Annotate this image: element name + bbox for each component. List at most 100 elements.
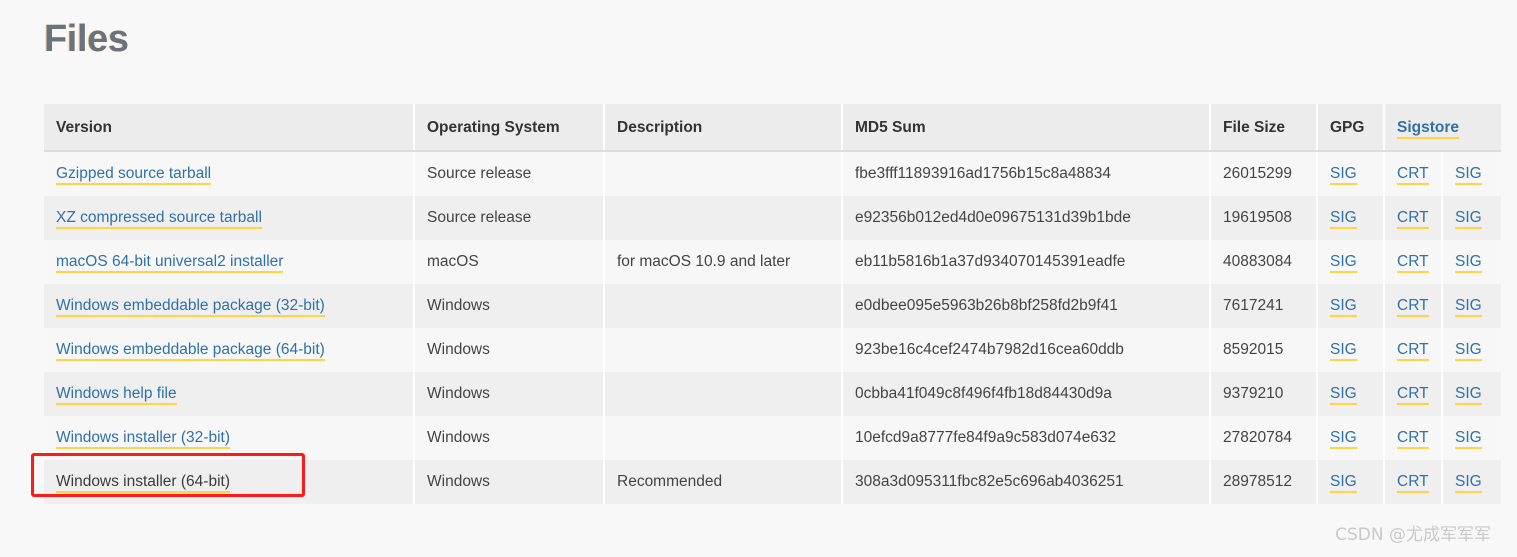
table-row: Windows embeddable package (32-bit) Windo… xyxy=(44,284,1502,328)
column-header-operating-system: Operating System xyxy=(413,104,604,152)
cell-description xyxy=(603,196,842,240)
cell-version: Windows installer (32-bit) xyxy=(44,416,414,460)
cell-sigstore-crt: CRT xyxy=(1383,328,1442,372)
gpg-sig-link[interactable]: SIG xyxy=(1330,341,1357,361)
sigstore-crt-link[interactable]: CRT xyxy=(1397,385,1429,405)
download-link[interactable]: Windows installer (64-bit) xyxy=(56,473,230,493)
column-header-md5-sum: MD5 Sum xyxy=(841,104,1210,152)
cell-sigstore-sig: SIG xyxy=(1440,151,1502,196)
cell-file-size: 7617241 xyxy=(1209,284,1317,328)
table-header-row: Version Operating System Description MD5… xyxy=(44,104,1502,152)
cell-description xyxy=(603,372,842,416)
cell-description xyxy=(603,416,842,460)
cell-operating-system: Windows xyxy=(413,284,604,328)
cell-file-size: 27820784 xyxy=(1209,416,1317,460)
column-header-description: Description xyxy=(603,104,842,152)
cell-md5-sum: 0cbba41f049c8f496f4fb18d84430d9a xyxy=(841,372,1210,416)
column-header-version: Version xyxy=(44,104,414,152)
cell-sigstore-sig: SIG xyxy=(1440,460,1502,504)
cell-description xyxy=(603,328,842,372)
sigstore-sig-link[interactable]: SIG xyxy=(1455,385,1482,405)
cell-gpg: SIG xyxy=(1316,328,1384,372)
sigstore-sig-link[interactable]: SIG xyxy=(1455,297,1482,317)
cell-version: Windows embeddable package (64-bit) xyxy=(44,328,414,372)
cell-operating-system: Source release xyxy=(413,196,604,240)
gpg-sig-link[interactable]: SIG xyxy=(1330,209,1357,229)
cell-sigstore-sig: SIG xyxy=(1440,284,1502,328)
cell-gpg: SIG xyxy=(1316,372,1384,416)
download-link[interactable]: Windows embeddable package (32-bit) xyxy=(56,297,325,317)
column-header-sigstore: Sigstore xyxy=(1382,104,1502,152)
cell-file-size: 8592015 xyxy=(1209,328,1317,372)
cell-version: macOS 64-bit universal2 installer xyxy=(44,240,414,284)
cell-md5-sum: e0dbee095e5963b26b8bf258fd2b9f41 xyxy=(841,284,1210,328)
download-link[interactable]: macOS 64-bit universal2 installer xyxy=(56,253,284,273)
gpg-sig-link[interactable]: SIG xyxy=(1330,297,1357,317)
cell-gpg: SIG xyxy=(1316,284,1384,328)
sigstore-crt-link[interactable]: CRT xyxy=(1397,165,1429,185)
download-link[interactable]: Windows embeddable package (64-bit) xyxy=(56,341,325,361)
files-table-container: Version Operating System Description MD5… xyxy=(44,104,1502,504)
cell-sigstore-crt: CRT xyxy=(1383,284,1442,328)
cell-version: Windows installer (64-bit) xyxy=(44,460,414,504)
cell-operating-system: Source release xyxy=(413,151,604,196)
table-row: Windows help file Windows 0cbba41f049c8f49… xyxy=(44,372,1502,416)
cell-md5-sum: 10efcd9a8777fe84f9a9c583d074e632 xyxy=(841,416,1210,460)
cell-file-size: 9379210 xyxy=(1209,372,1317,416)
csdn-watermark: CSDN @尤成军军军 xyxy=(1335,525,1491,545)
cell-version: Windows help file xyxy=(44,372,414,416)
cell-sigstore-crt: CRT xyxy=(1383,151,1442,196)
sigstore-header-link[interactable]: Sigstore xyxy=(1397,118,1460,139)
table-body: Gzipped source tarball Source release fbe3… xyxy=(44,151,1502,504)
cell-gpg: SIG xyxy=(1316,196,1384,240)
download-link[interactable]: Windows help file xyxy=(56,385,177,405)
table-header: Version Operating System Description MD5… xyxy=(44,104,1502,152)
cell-sigstore-crt: CRT xyxy=(1383,416,1442,460)
sigstore-sig-link[interactable]: SIG xyxy=(1455,429,1482,449)
sigstore-sig-link[interactable]: SIG xyxy=(1455,165,1482,185)
gpg-sig-link[interactable]: SIG xyxy=(1330,473,1357,493)
cell-file-size: 26015299 xyxy=(1209,151,1317,196)
sigstore-sig-link[interactable]: SIG xyxy=(1455,209,1482,229)
cell-md5-sum: fbe3fff11893916ad1756b15c8a48834 xyxy=(841,151,1210,196)
sigstore-crt-link[interactable]: CRT xyxy=(1397,209,1429,229)
sigstore-crt-link[interactable]: CRT xyxy=(1397,473,1429,493)
table-row: XZ compressed source tarball Source relea… xyxy=(44,196,1502,240)
sigstore-sig-link[interactable]: SIG xyxy=(1455,473,1482,493)
cell-gpg: SIG xyxy=(1316,416,1384,460)
cell-file-size: 28978512 xyxy=(1209,460,1317,504)
page-title: Files xyxy=(44,18,129,60)
download-link[interactable]: XZ compressed source tarball xyxy=(56,209,262,229)
download-link[interactable]: Gzipped source tarball xyxy=(56,165,212,185)
cell-md5-sum: 308a3d095311fbc82e5c696ab4036251 xyxy=(841,460,1210,504)
sigstore-crt-link[interactable]: CRT xyxy=(1397,253,1429,273)
cell-sigstore-sig: SIG xyxy=(1440,196,1502,240)
cell-sigstore-crt: CRT xyxy=(1383,240,1442,284)
gpg-sig-link[interactable]: SIG xyxy=(1330,385,1357,405)
download-link[interactable]: Windows installer (32-bit) xyxy=(56,429,230,449)
sigstore-crt-link[interactable]: CRT xyxy=(1397,429,1429,449)
gpg-sig-link[interactable]: SIG xyxy=(1330,165,1357,185)
cell-version: Gzipped source tarball xyxy=(44,151,414,196)
sigstore-crt-link[interactable]: CRT xyxy=(1397,341,1429,361)
gpg-sig-link[interactable]: SIG xyxy=(1330,253,1357,273)
cell-file-size: 40883084 xyxy=(1209,240,1317,284)
table-row: Windows embeddable package (64-bit) Windo… xyxy=(44,328,1502,372)
cell-version: Windows embeddable package (32-bit) xyxy=(44,284,414,328)
gpg-sig-link[interactable]: SIG xyxy=(1330,429,1357,449)
cell-description: Recommended xyxy=(603,460,842,504)
cell-md5-sum: e92356b012ed4d0e09675131d39b1bde xyxy=(841,196,1210,240)
sigstore-crt-link[interactable]: CRT xyxy=(1397,297,1429,317)
cell-sigstore-crt: CRT xyxy=(1383,460,1442,504)
table-row: Gzipped source tarball Source release fbe3… xyxy=(44,151,1502,196)
column-header-file-size: File Size xyxy=(1209,104,1317,152)
cell-sigstore-sig: SIG xyxy=(1440,372,1502,416)
sigstore-sig-link[interactable]: SIG xyxy=(1455,341,1482,361)
cell-file-size: 19619508 xyxy=(1209,196,1317,240)
cell-operating-system: Windows xyxy=(413,328,604,372)
cell-operating-system: Windows xyxy=(413,416,604,460)
cell-description: for macOS 10.9 and later xyxy=(603,240,842,284)
sigstore-sig-link[interactable]: SIG xyxy=(1455,253,1482,273)
cell-sigstore-sig: SIG xyxy=(1440,416,1502,460)
cell-gpg: SIG xyxy=(1316,460,1384,504)
